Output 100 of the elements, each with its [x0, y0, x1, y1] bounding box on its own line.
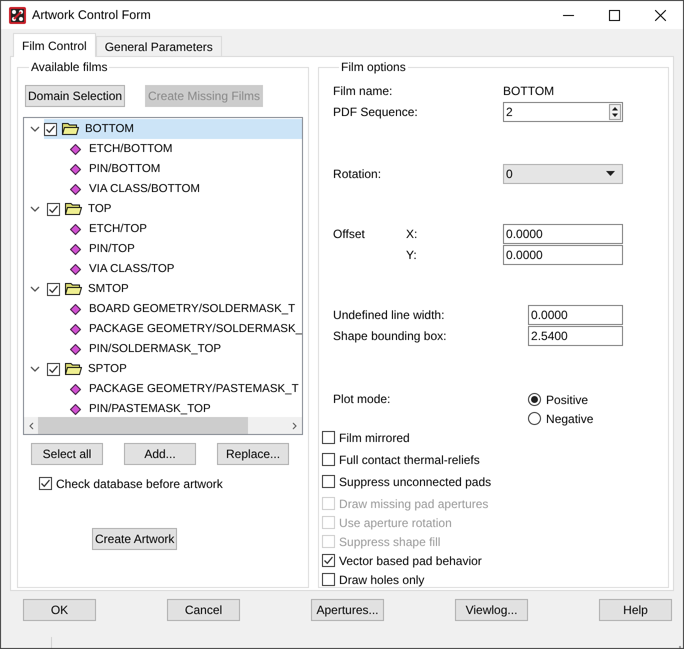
layer-label: ETCH/TOP [89, 223, 147, 235]
chevron-icon[interactable] [30, 206, 40, 212]
checkbox[interactable] [47, 202, 60, 216]
tree-item[interactable]: PIN/TOP [24, 239, 302, 259]
checkbox-label: Vector based pad behavior [339, 554, 482, 568]
button[interactable]: Apertures... [311, 599, 384, 621]
layer-label: PIN/TOP [89, 243, 135, 255]
checkbox-label: Draw holes only [339, 572, 424, 586]
field-label: Y: [406, 248, 418, 262]
dropdown-arrow-icon[interactable] [606, 171, 616, 176]
tree-item[interactable]: PIN/PASTEMASK_TOP [24, 399, 302, 417]
checkbox-label: Suppress shape fill [339, 534, 440, 548]
radio-button[interactable] [528, 393, 542, 406]
checkbox[interactable] [322, 431, 336, 444]
field-label: Plot mode: [333, 391, 392, 408]
checkbox[interactable] [39, 477, 52, 490]
checkbox-label: Check database before artwork [56, 476, 223, 490]
layer-label: PIN/SOLDERMASK_TOP [89, 343, 222, 355]
tree-item[interactable]: PACKAGE GEOMETRY/PASTEMASK_T [24, 379, 302, 399]
folder-icon [62, 123, 79, 135]
group-title: Film options [340, 60, 407, 74]
button[interactable]: Viewlog... [455, 599, 528, 621]
button[interactable]: OK [23, 599, 96, 621]
tree-item[interactable]: PACKAGE GEOMETRY/SOLDERMASK_ [24, 319, 302, 339]
field-label: Rotation: [333, 166, 382, 180]
tree-item[interactable]: VIA CLASS/BOTTOM [24, 179, 302, 199]
folder-icon [65, 203, 82, 215]
checkbox[interactable] [322, 554, 336, 567]
layer-label: PACKAGE GEOMETRY/SOLDERMASK_ [89, 323, 302, 335]
field-label: PDF Sequence: [333, 104, 419, 118]
folder-icon [65, 283, 82, 295]
checkbox[interactable] [322, 453, 336, 466]
layer-icon [70, 404, 81, 414]
film-name-value: BOTTOM [503, 84, 554, 98]
layer-icon [70, 344, 81, 354]
tree-item[interactable]: PIN/BOTTOM [24, 159, 302, 179]
film-label: SPTOP [88, 363, 127, 375]
film-label: SMTOP [88, 283, 129, 295]
field-label: Undefined line width: [333, 308, 446, 322]
checkbox-label: Film mirrored [339, 430, 410, 444]
tab[interactable]: General Parameters [96, 36, 222, 56]
line-width-field[interactable]: 0.0000 [528, 304, 624, 324]
layer-icon [70, 384, 81, 394]
layer-label: PIN/PASTEMASK_TOP [89, 403, 211, 415]
offset-x-field[interactable]: 0.0000 [503, 224, 624, 244]
checkbox[interactable] [47, 282, 60, 296]
checkbox[interactable] [322, 573, 336, 586]
rotation-dropdown[interactable]: 0 [503, 164, 624, 184]
spin-field[interactable]: 2 [503, 102, 624, 122]
radio-label: Negative [546, 412, 594, 426]
scrollbar[interactable] [24, 417, 302, 434]
scroll-right-icon[interactable] [290, 422, 298, 430]
button[interactable]: Add... [124, 443, 196, 465]
create-artwork-button[interactable]: Create Artwork [92, 528, 178, 550]
tree-item[interactable]: SPTOP [24, 359, 302, 379]
layer-label: PACKAGE GEOMETRY/PASTEMASK_T [89, 383, 299, 395]
window-title: Artwork Control Form [32, 8, 151, 22]
layer-label: VIA CLASS/TOP [89, 263, 174, 275]
checkbox[interactable] [44, 122, 57, 136]
scroll-left-icon[interactable] [28, 422, 36, 430]
offset-y-field[interactable]: 0.0000 [503, 244, 624, 264]
button[interactable]: Help [599, 599, 672, 621]
checkbox[interactable] [322, 475, 336, 488]
checkbox-label: Full contact thermal-reliefs [339, 452, 480, 466]
layer-icon [70, 164, 81, 174]
tree-item[interactable]: BOARD GEOMETRY/SOLDERMASK_T [24, 299, 302, 319]
radio-label: Positive [546, 392, 588, 406]
field-label: X: [406, 226, 418, 240]
tree-item[interactable]: PIN/SOLDERMASK_TOP [24, 339, 302, 359]
close-icon[interactable] [655, 10, 666, 20]
tree-item[interactable]: SMTOP [24, 279, 302, 299]
bounding-box-field[interactable]: 2.5400 [528, 326, 624, 346]
chevron-icon[interactable] [30, 366, 40, 372]
checkbox[interactable] [47, 362, 60, 376]
button[interactable]: Replace... [217, 443, 290, 465]
checkbox-label: Use aperture rotation [339, 516, 452, 530]
spin-arrows-icon[interactable] [609, 104, 622, 120]
button[interactable]: Domain Selection [25, 85, 126, 107]
tree-item[interactable]: ETCH/BOTTOM [24, 139, 302, 159]
field-label: Offset [333, 226, 366, 240]
button[interactable]: Cancel [167, 599, 240, 621]
tab[interactable]: Film Control [13, 33, 96, 57]
maximize-icon[interactable] [609, 10, 620, 20]
button[interactable]: Select all [31, 443, 103, 465]
radio-button[interactable] [528, 412, 542, 425]
checkbox-label: Draw missing pad apertures [339, 496, 488, 510]
tree-item[interactable]: VIA CLASS/TOP [24, 259, 302, 279]
field-label: Shape bounding box: [333, 328, 448, 342]
chevron-icon[interactable] [30, 126, 40, 132]
film-label: TOP [88, 203, 112, 215]
group-title: Available films [30, 60, 108, 74]
layer-label: VIA CLASS/BOTTOM [89, 183, 200, 195]
tree-item[interactable]: TOP [24, 199, 302, 219]
layer-icon [70, 144, 81, 154]
layer-label: BOARD GEOMETRY/SOLDERMASK_T [89, 303, 296, 315]
chevron-icon[interactable] [30, 286, 40, 292]
tree-item[interactable]: ETCH/TOP [24, 219, 302, 239]
checkbox-label: Suppress unconnected pads [339, 474, 492, 488]
folder-icon [65, 363, 82, 375]
layer-icon [70, 304, 81, 314]
